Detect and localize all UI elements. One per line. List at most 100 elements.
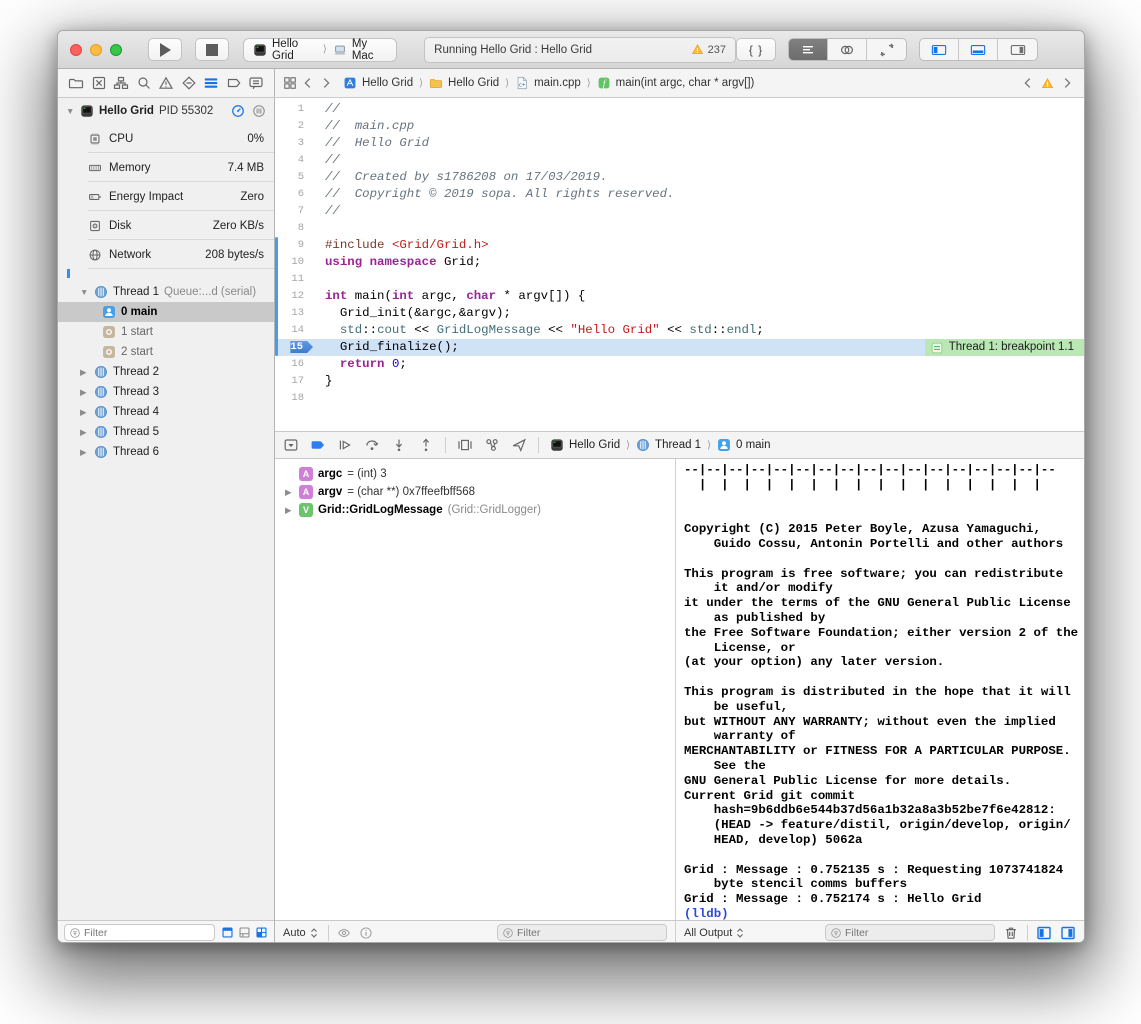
navigator-filter-input[interactable]: [84, 927, 210, 939]
stack-frame-row[interactable]: 1 start: [58, 322, 274, 342]
toggle-inspector-button[interactable]: [998, 39, 1037, 60]
thread-row-2[interactable]: ▶Thread 2: [58, 362, 274, 382]
code-line[interactable]: 8: [275, 220, 1084, 237]
toggle-debug-area-button[interactable]: [959, 39, 998, 60]
previous-issue-button[interactable]: [1021, 76, 1035, 90]
forward-button[interactable]: [319, 76, 333, 90]
activity-viewer[interactable]: Running Hello Grid : Hello Grid 237: [424, 37, 736, 63]
disclosure-closed-icon[interactable]: ▶: [80, 427, 89, 438]
symbol-navigator-tab[interactable]: [113, 75, 129, 91]
code-line[interactable]: 18: [275, 390, 1084, 407]
variable-row[interactable]: Aargc= (int) 3: [275, 465, 675, 483]
version-editor-button[interactable]: [867, 39, 906, 60]
related-items-icon[interactable]: [283, 76, 297, 90]
filter-scope-views-icon[interactable]: [255, 926, 268, 939]
assistant-editor-button[interactable]: [828, 39, 867, 60]
line-number-gutter[interactable]: 7: [275, 203, 313, 220]
standard-editor-button[interactable]: [789, 39, 828, 60]
line-number-gutter[interactable]: 17: [275, 373, 313, 390]
code-review-button[interactable]: { }: [736, 38, 776, 61]
code-line[interactable]: 14 std::cout << GridLogMessage << "Hello…: [275, 322, 1084, 339]
quick-look-icon[interactable]: [337, 926, 351, 940]
line-number-gutter[interactable]: 13: [275, 305, 313, 322]
disclosure-closed-icon[interactable]: ▶: [285, 505, 294, 516]
report-navigator-tab[interactable]: [248, 75, 264, 91]
thread-row-1[interactable]: ▼Thread 1Queue:...d (serial): [58, 282, 274, 302]
disclosure-open-icon[interactable]: ▼: [80, 287, 89, 297]
issue-navigator-tab[interactable]: [158, 75, 174, 91]
gauge-row-energy-impact[interactable]: Energy ImpactZero: [58, 182, 274, 211]
continue-execution-button[interactable]: [337, 437, 353, 453]
clear-console-button[interactable]: [1003, 925, 1019, 941]
minimize-window-button[interactable]: [90, 44, 102, 56]
code-line[interactable]: 10using namespace Grid;: [275, 254, 1084, 271]
back-button[interactable]: [301, 76, 315, 90]
project-navigator-tab[interactable]: [68, 75, 84, 91]
variables-filter-input[interactable]: [517, 927, 662, 939]
code-line[interactable]: 9#include <Grid/Grid.h>: [275, 237, 1084, 254]
code-line[interactable]: 16 return 0;: [275, 356, 1084, 373]
step-out-button[interactable]: [418, 437, 434, 453]
process-row[interactable]: ▼ Hello Grid PID 55302: [58, 98, 274, 124]
toggle-console-button[interactable]: [1060, 925, 1076, 941]
line-number-gutter[interactable]: 16: [275, 356, 313, 373]
code-line[interactable]: 7//: [275, 203, 1084, 220]
next-issue-button[interactable]: [1060, 76, 1074, 90]
simulate-location-button[interactable]: [511, 437, 527, 453]
toggle-navigator-button[interactable]: [920, 39, 959, 60]
debug-crumb-1[interactable]: Hello Grid: [550, 438, 620, 452]
code-line[interactable]: 12int main(int argc, char * argv[]) {: [275, 288, 1084, 305]
stack-frame-row[interactable]: 0 main: [58, 302, 274, 322]
step-into-button[interactable]: [391, 437, 407, 453]
close-window-button[interactable]: [70, 44, 82, 56]
toggle-variables-view-button[interactable]: [1036, 925, 1052, 941]
line-number-gutter[interactable]: 10: [275, 254, 313, 271]
step-over-button[interactable]: [364, 437, 380, 453]
source-control-navigator-tab[interactable]: [91, 75, 107, 91]
stop-button[interactable]: [195, 38, 229, 61]
activate-breakpoints-button[interactable]: [310, 437, 326, 453]
gauge-row-network[interactable]: Network208 bytes/s: [58, 240, 274, 269]
variables-filter-field[interactable]: [497, 924, 667, 941]
jumpbar-item-3[interactable]: c+main.cpp: [515, 76, 581, 90]
line-number-gutter[interactable]: 12: [275, 288, 313, 305]
print-description-icon[interactable]: [359, 926, 373, 940]
line-number-gutter[interactable]: 4: [275, 152, 313, 169]
instruction-pointer-badge[interactable]: 15: [290, 341, 313, 353]
console-filter-input[interactable]: [845, 927, 990, 939]
jumpbar-item-2[interactable]: Hello Grid: [429, 76, 499, 90]
thread-row-4[interactable]: ▶Thread 4: [58, 402, 274, 422]
breakpoint-navigator-tab[interactable]: [226, 75, 242, 91]
variable-row[interactable]: ▶VGrid::GridLogMessage(Grid::GridLogger): [275, 501, 675, 519]
console-output-popup[interactable]: All Output: [684, 927, 746, 939]
thread-row-5[interactable]: ▶Thread 5: [58, 422, 274, 442]
gauge-row-disk[interactable]: DiskZero KB/s: [58, 211, 274, 240]
scheme-selector[interactable]: Hello Grid ⟩ My Mac: [243, 38, 397, 62]
thread-row-6[interactable]: ▶Thread 6: [58, 442, 274, 462]
profile-gauge-icon[interactable]: [231, 104, 245, 118]
code-line[interactable]: 13 Grid_init(&argc,&argv);: [275, 305, 1084, 322]
stack-frame-row[interactable]: 2 start: [58, 342, 274, 362]
code-line[interactable]: 3// Hello Grid: [275, 135, 1084, 152]
hide-debug-area-button[interactable]: [283, 437, 299, 453]
code-line[interactable]: 6// Copyright © 2019 sopa. All rights re…: [275, 186, 1084, 203]
debug-memory-graph-button[interactable]: [484, 437, 500, 453]
code-line[interactable]: 15 Grid_finalize();Thread 1: breakpoint …: [275, 339, 1084, 356]
line-number-gutter[interactable]: 9: [275, 237, 313, 254]
debug-view-hierarchy-button[interactable]: [457, 437, 473, 453]
line-number-gutter[interactable]: 2: [275, 118, 313, 135]
disclosure-closed-icon[interactable]: ▶: [285, 487, 294, 498]
debug-crumb-2[interactable]: Thread 1: [636, 438, 701, 452]
thread-row-3[interactable]: ▶Thread 3: [58, 382, 274, 402]
line-number-gutter[interactable]: 14: [275, 322, 313, 339]
line-number-gutter[interactable]: 11: [275, 271, 313, 288]
debug-crumb-3[interactable]: 0 main: [717, 438, 771, 452]
source-editor[interactable]: 1//2// main.cpp3// Hello Grid4//5// Crea…: [275, 98, 1084, 431]
code-line[interactable]: 17}: [275, 373, 1084, 390]
disclosure-closed-icon[interactable]: ▶: [80, 407, 89, 418]
code-line[interactable]: 2// main.cpp: [275, 118, 1084, 135]
filter-scope-paused-icon[interactable]: [221, 926, 234, 939]
run-button[interactable]: [148, 38, 182, 61]
variables-scope-popup[interactable]: Auto: [283, 927, 320, 939]
code-line[interactable]: 1//: [275, 101, 1084, 118]
